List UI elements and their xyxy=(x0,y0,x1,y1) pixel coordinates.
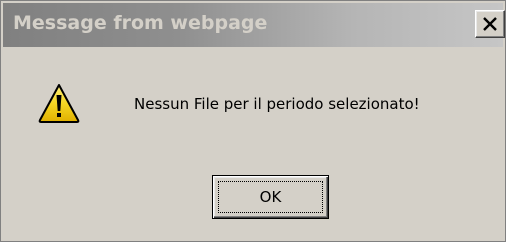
message-dialog: Message from webpage Nessun File per il … xyxy=(0,0,506,242)
ok-button-label: OK xyxy=(259,188,282,206)
dialog-message: Nessun File per il periodo selezionato! xyxy=(134,95,420,113)
ok-button[interactable]: OK xyxy=(212,175,329,219)
dialog-title: Message from webpage xyxy=(13,12,268,34)
title-bar[interactable]: Message from webpage xyxy=(3,3,505,47)
warning-icon xyxy=(38,84,80,123)
close-button[interactable] xyxy=(475,10,505,38)
close-icon xyxy=(483,17,497,31)
